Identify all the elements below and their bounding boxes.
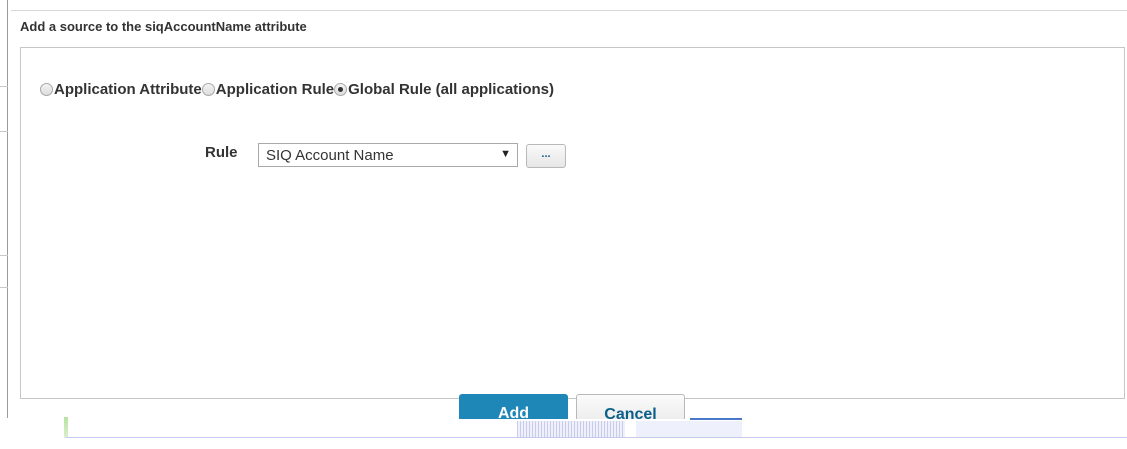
rule-label: Rule bbox=[205, 144, 238, 161]
rule-select-value: SIQ Account Name bbox=[266, 147, 394, 164]
global-rule-label[interactable]: Global Rule (all applications) bbox=[348, 81, 554, 98]
left-border-rule bbox=[7, 0, 8, 418]
rule-select[interactable]: SIQ Account Name ▼ bbox=[258, 143, 518, 167]
left-border-tick bbox=[0, 86, 8, 87]
render-artifact bbox=[64, 417, 68, 438]
application-attribute-radio[interactable] bbox=[40, 83, 53, 96]
left-border-tick bbox=[0, 287, 8, 288]
cancel-button[interactable]: Cancel bbox=[576, 394, 685, 419]
rule-browse-button[interactable]: ... bbox=[526, 144, 566, 168]
global-rule-radio[interactable] bbox=[334, 83, 348, 96]
left-border-tick bbox=[0, 131, 8, 132]
dialog-footer: Add Cancel bbox=[0, 394, 1127, 419]
application-rule-label[interactable]: Application Rule bbox=[216, 81, 334, 98]
dialog-title: Add a source to the siqAccountName attri… bbox=[20, 19, 307, 34]
application-rule-radio[interactable] bbox=[201, 83, 215, 96]
render-artifact bbox=[636, 421, 742, 437]
render-artifact bbox=[66, 437, 1127, 438]
source-panel: Application Attribute Application Rule G… bbox=[20, 47, 1125, 399]
chevron-down-icon: ▼ bbox=[500, 148, 511, 160]
render-artifact bbox=[690, 418, 742, 420]
left-border-tick bbox=[0, 255, 8, 256]
render-artifact bbox=[517, 421, 625, 437]
source-type-radio-group: Application Attribute Application Rule G… bbox=[40, 81, 554, 98]
add-source-dialog: Add a source to the siqAccountName attri… bbox=[11, 10, 1127, 411]
add-button[interactable]: Add bbox=[459, 394, 568, 419]
application-attribute-label[interactable]: Application Attribute bbox=[54, 81, 202, 98]
